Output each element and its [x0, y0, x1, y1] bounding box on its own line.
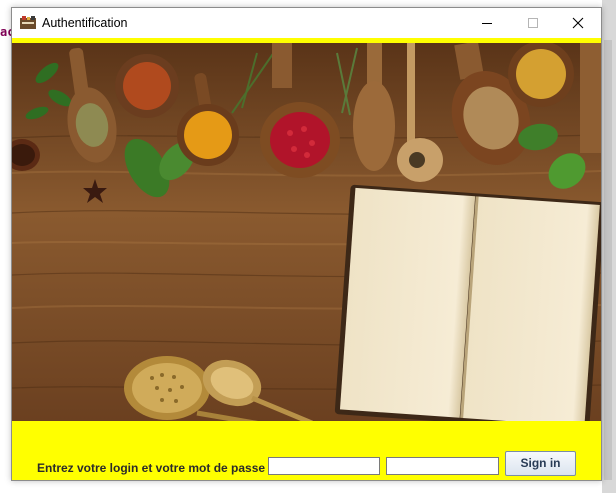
maximize-button[interactable]	[510, 8, 556, 38]
password-field[interactable]	[386, 457, 499, 475]
minimize-icon	[482, 23, 492, 24]
login-panel: Entrez votre login et votre mot de passe…	[12, 421, 601, 480]
close-button[interactable]	[555, 8, 601, 38]
window-title: Authentification	[42, 16, 128, 30]
maximize-icon	[528, 18, 538, 28]
minimize-button[interactable]	[464, 8, 510, 38]
close-icon	[572, 17, 584, 29]
sign-in-button[interactable]: Sign in	[505, 451, 576, 476]
login-field[interactable]	[268, 457, 380, 475]
title-bar[interactable]: Authentification	[12, 8, 601, 38]
app-icon	[20, 16, 36, 29]
background-scroll-area	[602, 0, 616, 493]
login-prompt-label: Entrez votre login et votre mot de passe	[37, 461, 266, 475]
auth-window: Authentification Entrez votre login et v…	[11, 7, 602, 481]
spices-cookbook-image	[12, 43, 601, 421]
